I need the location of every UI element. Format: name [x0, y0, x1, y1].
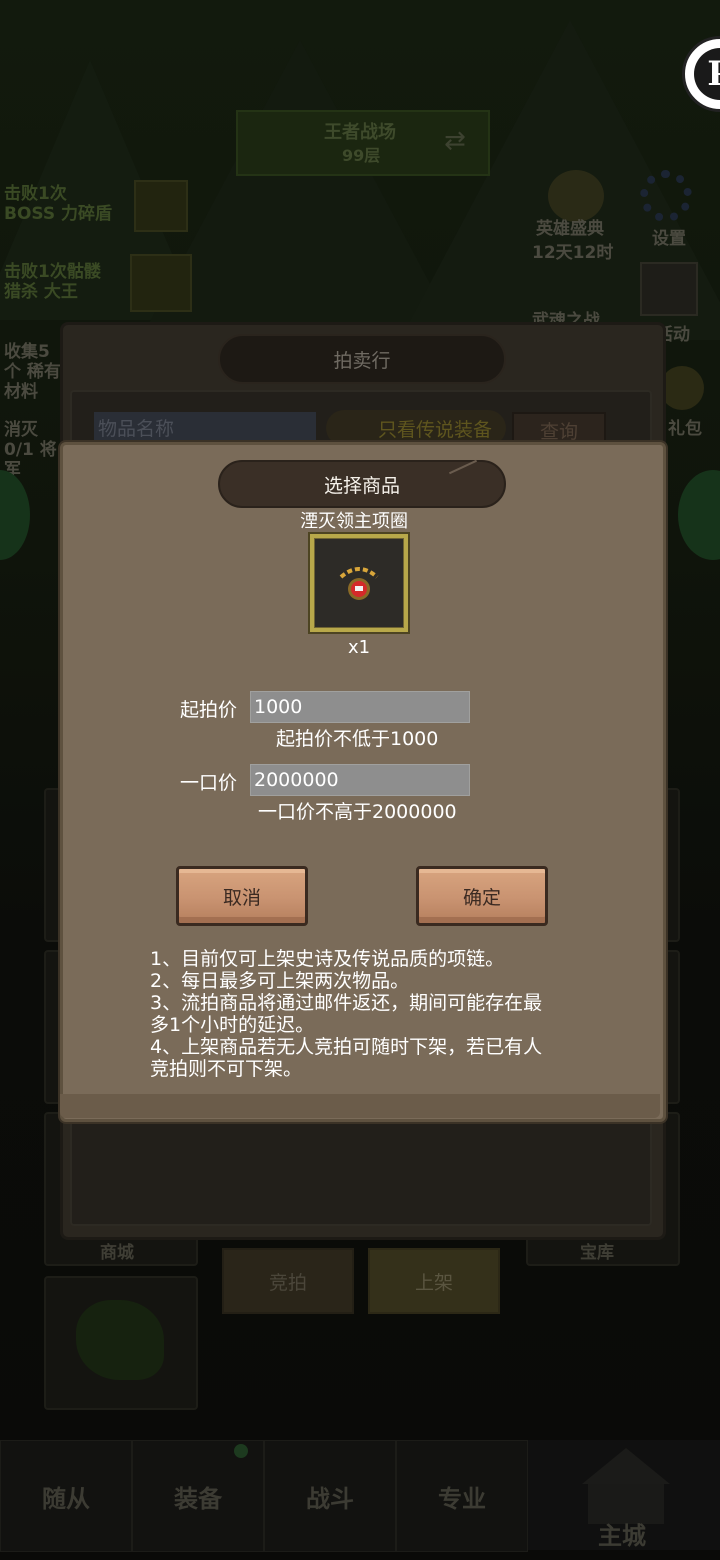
rule-line: 4、上架商品若无人竞拍可随时下架，若已有人 [150, 1036, 543, 1058]
game-screen: 王者战场 99层 ⇄ 击败1次BOSS 力碎盾 击败1次骷髅 猎杀 大王 收集5… [0, 0, 720, 1560]
rule-line: 3、流拍商品将通过邮件返还，期间可能存在最 [150, 992, 543, 1014]
quest-reward-icon[interactable] [130, 254, 192, 312]
top-banner-title: 王者战场 [324, 122, 396, 143]
start-price-hint: 起拍价不低于1000 [276, 728, 439, 750]
confirm-button[interactable]: 确定 [416, 866, 548, 926]
tab-bid[interactable]: 竞拍 [222, 1248, 354, 1314]
swap-icon[interactable]: ⇄ [444, 126, 466, 156]
nav-companions[interactable]: 随从 [0, 1440, 132, 1552]
profile-badge-logo: P [694, 48, 720, 100]
rule-line: 竞拍则不可下架。 [150, 1058, 303, 1080]
legendary-filter-toggle[interactable]: 只看传说装备 [326, 410, 506, 446]
quest-text: 击败1次BOSS 力碎盾 [4, 184, 113, 224]
settings-label: 设置 [652, 229, 686, 249]
dragon-slot[interactable] [44, 1276, 198, 1410]
shop-label: 商城 [100, 1243, 134, 1263]
gear-icon[interactable] [640, 170, 692, 222]
item-name: 湮灭领主项圈 [300, 511, 408, 532]
buyout-price-label: 一口价 [180, 772, 238, 794]
quest-text: 消灭0/1 将军 [4, 420, 57, 480]
tab-list[interactable]: 上架 [368, 1248, 500, 1314]
item-slot-inner [314, 538, 404, 628]
top-banner[interactable]: 王者战场 99层 ⇄ [236, 110, 490, 176]
rule-line: 1、目前仅可上架史诗及传说品质的项链。 [150, 948, 505, 970]
shop-label: 宝库 [580, 1243, 614, 1263]
nav-main-city-label: 主城 [598, 1522, 646, 1550]
start-price-label: 起拍价 [180, 699, 238, 721]
countdown-label: 12天12时 [532, 243, 614, 263]
castle-icon [582, 1448, 670, 1484]
start-price-input[interactable]: 1000 [250, 691, 470, 723]
gift-label: 礼包 [668, 419, 702, 439]
nav-profession[interactable]: 专业 [396, 1440, 528, 1552]
glow-orb [678, 470, 720, 560]
item-quantity: x1 [348, 637, 371, 658]
quest-text: 击败1次骷髅 猎杀 大王 [4, 262, 101, 302]
hero-event-label: 英雄盛典 [536, 219, 604, 239]
buyout-price-input[interactable]: 2000000 [250, 764, 470, 796]
glow-orb [0, 470, 30, 560]
cancel-button[interactable]: 取消 [176, 866, 308, 926]
dialog-bottom-edge [60, 1094, 660, 1118]
top-banner-subtitle: 99层 [342, 146, 381, 165]
necklace-icon [339, 567, 379, 600]
nav-battle[interactable]: 战斗 [264, 1440, 396, 1552]
notification-dot [234, 1444, 248, 1458]
item-slot[interactable] [308, 532, 410, 634]
rule-line: 2、每日最多可上架两次物品。 [150, 970, 410, 992]
activity-icon[interactable] [640, 262, 698, 316]
gift-icon[interactable] [660, 366, 704, 410]
nav-main-city[interactable]: 主城 [528, 1440, 720, 1550]
dragon-icon [76, 1300, 164, 1380]
quest-text: 收集5个 稀有材料 [4, 342, 61, 402]
quest-reward-icon[interactable] [134, 180, 188, 232]
item-search-input[interactable]: 物品名称 [94, 412, 316, 446]
auction-title: 拍卖行 [218, 334, 506, 384]
rule-line: 多1个小时的延迟。 [150, 1014, 315, 1036]
buyout-price-hint: 一口价不高于2000000 [258, 801, 457, 823]
